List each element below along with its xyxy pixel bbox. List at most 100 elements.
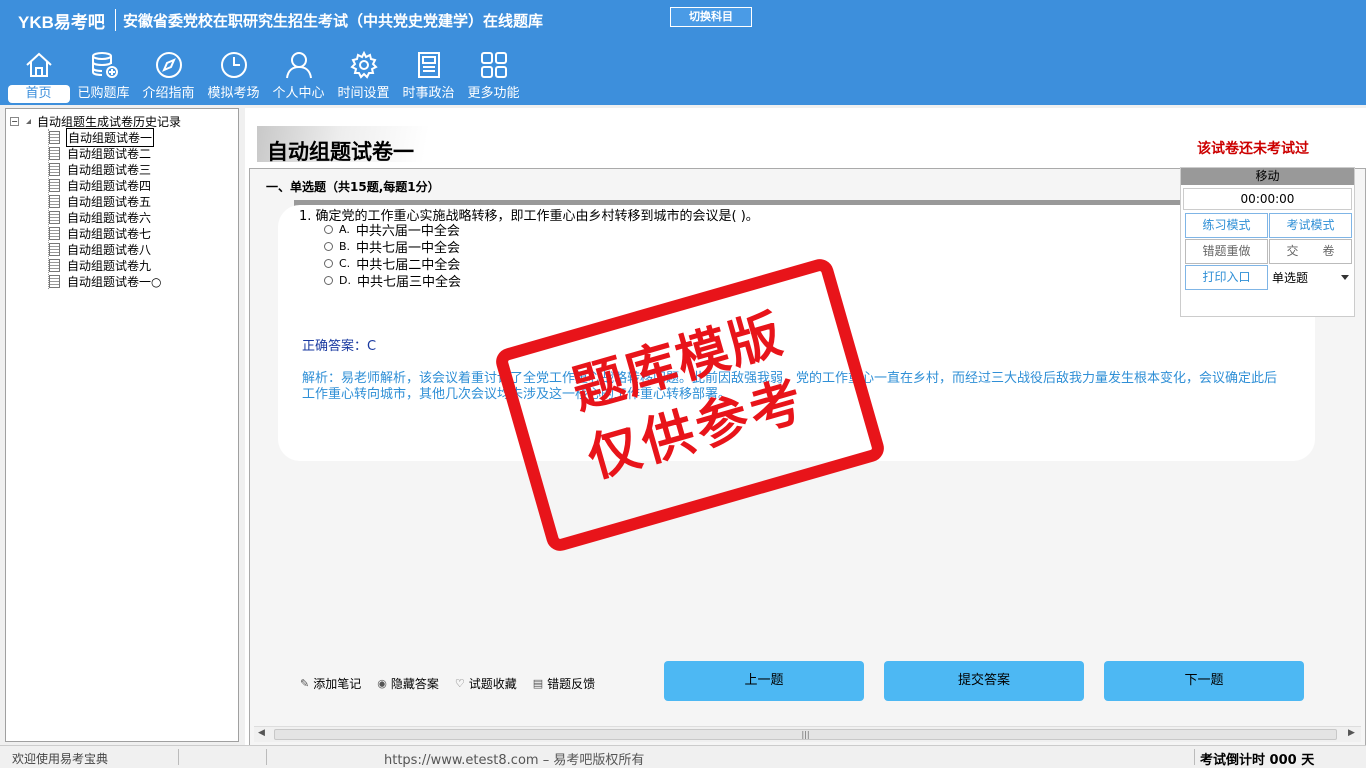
exam-countdown: 考试倒计时 000 天 xyxy=(1200,753,1315,768)
exam-mode-button[interactable]: 考试模式 xyxy=(1269,213,1352,238)
option-c[interactable]: C. 中共七届二中全会 xyxy=(324,255,461,273)
news-icon xyxy=(412,48,446,82)
triangle-icon xyxy=(21,118,31,124)
option-letter: B. xyxy=(339,240,351,253)
option-b[interactable]: B. 中共七届一中全会 xyxy=(324,238,461,256)
nav-current-affairs-label: 时事政治 xyxy=(402,86,455,101)
tree-item[interactable]: 自动组题试卷八 xyxy=(49,241,181,257)
next-question-button[interactable]: 下一题 xyxy=(1104,661,1304,701)
nav-mock-exam-label: 模拟考场 xyxy=(207,86,260,101)
feedback-button[interactable]: ▤ 错题反馈 xyxy=(533,675,595,692)
switch-subject-button[interactable]: 切换科目 xyxy=(670,7,752,27)
user-icon xyxy=(282,48,316,82)
history-tree-panel: − 自动组题生成试卷历史记录 自动组题试卷一 自动组题试卷二 自动组题试卷三 自… xyxy=(5,108,239,742)
nav-purchased[interactable]: 已购题库 xyxy=(71,48,136,103)
option-list: A. 中共六届一中全会 B. 中共七届一中全会 C. 中共七届二中全会 D. 中共七届三… xyxy=(324,221,461,290)
app-logo: YKB易考吧 xyxy=(18,13,105,32)
nav-purchased-label: 已购题库 xyxy=(77,86,130,101)
document-icon xyxy=(49,242,60,256)
horizontal-scrollbar[interactable]: ◀ ||| ▶ xyxy=(254,726,1361,742)
prev-question-button[interactable]: 上一题 xyxy=(664,661,864,701)
tool-label: 错题反馈 xyxy=(547,677,596,691)
tree-item[interactable]: 自动组题试卷一 xyxy=(49,127,181,147)
print-button[interactable]: 打印入口 xyxy=(1185,265,1268,290)
history-tree: − 自动组题生成试卷历史记录 自动组题试卷一 自动组题试卷二 自动组题试卷三 自… xyxy=(10,113,181,289)
tree-item[interactable]: 自动组题试卷七 xyxy=(49,225,181,241)
radio-icon[interactable] xyxy=(324,225,333,234)
heart-icon: ♡ xyxy=(454,677,465,690)
correct-answer: 正确答案：C xyxy=(302,339,377,354)
paper-title: 自动组题试卷一 xyxy=(267,140,414,164)
scroll-right-icon[interactable]: ▶ xyxy=(1348,728,1355,738)
collapse-icon[interactable]: − xyxy=(10,116,19,126)
scrollbar-thumb[interactable]: ||| xyxy=(274,729,1337,740)
clock-icon xyxy=(217,48,251,82)
tree-item[interactable]: 自动组题试卷九 xyxy=(49,257,181,273)
tree-item-label: 自动组题试卷五 xyxy=(67,194,152,209)
nav-time-settings[interactable]: 时间设置 xyxy=(331,48,396,103)
document-icon xyxy=(49,146,60,160)
document-icon xyxy=(49,178,60,192)
select-value: 单选题 xyxy=(1272,271,1309,285)
option-letter: D. xyxy=(339,274,351,287)
favorite-button[interactable]: ♡ 试题收藏 xyxy=(455,675,517,692)
nav-current-affairs[interactable]: 时事政治 xyxy=(396,48,461,103)
nav-home-label: 首页 xyxy=(7,85,70,103)
control-buttons: 练习模式 考试模式 错题重做 交 卷 打印入口 单选题 xyxy=(1185,213,1352,290)
tree-item-label: 自动组题试卷八 xyxy=(67,242,152,257)
document-icon xyxy=(49,162,60,176)
copyright-text: https://www.etest8.com – 易考吧版权所有 xyxy=(384,753,645,768)
tree-children: 自动组题试卷一 自动组题试卷二 自动组题试卷三 自动组题试卷四 自动组题试卷五 … xyxy=(48,127,181,289)
option-letter: A. xyxy=(339,223,350,236)
option-a[interactable]: A. 中共六届一中全会 xyxy=(324,221,461,239)
tool-label: 添加笔记 xyxy=(313,677,362,691)
nav-more-label: 更多功能 xyxy=(467,86,520,101)
tree-item[interactable]: 自动组题试卷三 xyxy=(49,161,181,177)
tree-item[interactable]: 自动组题试卷六 xyxy=(49,209,181,225)
tree-item[interactable]: 自动组题试卷五 xyxy=(49,193,181,209)
document-icon xyxy=(49,210,60,224)
app-header: YKB易考吧 安徽省委党校在职研究生招生考试（中共党史党建学）在线题库 切换科目… xyxy=(0,0,1366,105)
gear-icon xyxy=(347,48,381,82)
nav-profile[interactable]: 个人中心 xyxy=(266,48,331,103)
eye-icon: ◉ xyxy=(377,677,387,690)
status-separator xyxy=(1194,749,1195,765)
submit-paper-button[interactable]: 交 卷 xyxy=(1269,239,1352,264)
welcome-text: 欢迎使用易考宝典 xyxy=(12,752,109,766)
nav-guide[interactable]: 介绍指南 xyxy=(136,48,201,103)
nav-profile-label: 个人中心 xyxy=(272,86,325,101)
nav-more[interactable]: 更多功能 xyxy=(461,48,526,103)
option-text: 中共七届三中全会 xyxy=(356,275,461,290)
tree-item-label: 自动组题试卷九 xyxy=(67,258,152,273)
tree-item-label: 自动组题试卷七 xyxy=(67,226,152,241)
hide-answer-button[interactable]: ◉ 隐藏答案 xyxy=(377,675,439,692)
scroll-left-icon[interactable]: ◀ xyxy=(258,728,265,738)
redo-wrong-button[interactable]: 错题重做 xyxy=(1185,239,1268,264)
nav-mock-exam[interactable]: 模拟考场 xyxy=(201,48,266,103)
radio-icon[interactable] xyxy=(324,276,333,285)
nav-guide-label: 介绍指南 xyxy=(142,86,195,101)
main-nav: 首页 已购题库 介绍指南 模拟考场 个人中心 时间设置 时事政治 更多功能 xyxy=(6,48,526,103)
tree-item[interactable]: 自动组题试卷四 xyxy=(49,177,181,193)
question-type-select[interactable]: 单选题 xyxy=(1269,265,1352,290)
option-d[interactable]: D. 中共七届三中全会 xyxy=(324,272,461,290)
submit-answer-button[interactable]: 提交答案 xyxy=(884,661,1084,701)
section-heading: 一、单选题（共15题,每题1分） xyxy=(266,180,440,194)
document-icon xyxy=(49,226,60,240)
tree-item-label: 自动组题试卷一○ xyxy=(67,274,162,289)
radio-icon[interactable] xyxy=(324,242,333,251)
chevron-down-icon xyxy=(1341,275,1349,280)
radio-icon[interactable] xyxy=(324,259,333,268)
add-note-button[interactable]: ✎ 添加笔记 xyxy=(300,675,361,692)
document-icon xyxy=(49,194,60,208)
tree-item[interactable]: 自动组题试卷一○ xyxy=(49,273,181,289)
move-handle[interactable]: 移动 xyxy=(1181,168,1354,185)
question-tools: ✎ 添加笔记 ◉ 隐藏答案 ♡ 试题收藏 ▤ 错题反馈 xyxy=(300,675,611,692)
nav-time-settings-label: 时间设置 xyxy=(337,86,390,101)
grid-icon xyxy=(477,48,511,82)
compass-icon xyxy=(152,48,186,82)
tree-item[interactable]: 自动组题试卷二 xyxy=(49,145,181,161)
nav-home[interactable]: 首页 xyxy=(6,48,71,103)
status-separator xyxy=(266,749,267,765)
practice-mode-button[interactable]: 练习模式 xyxy=(1185,213,1268,238)
